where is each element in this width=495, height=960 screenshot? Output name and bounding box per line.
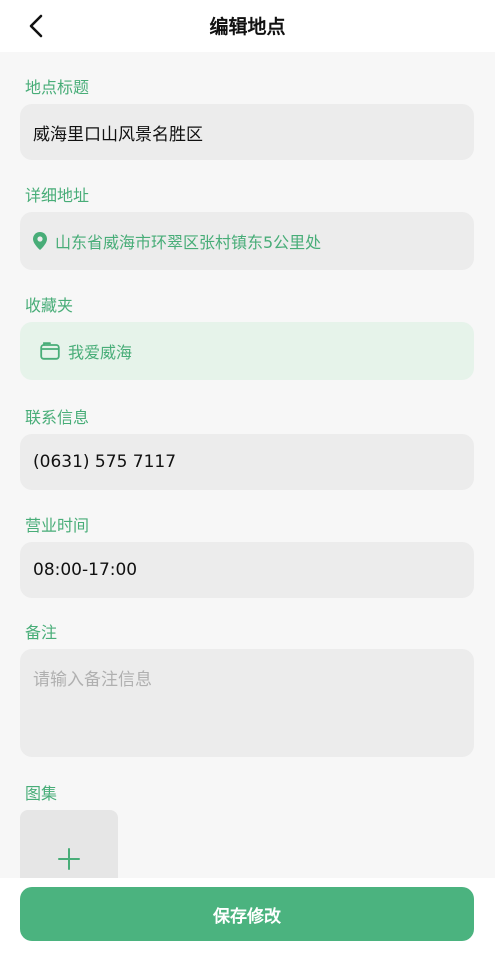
notes-placeholder: 请输入备注信息 — [33, 670, 152, 690]
gallery-label: 图集 — [25, 784, 58, 803]
hours-value: 08:00-17:00 — [33, 560, 138, 580]
contact-field[interactable]: (0631) 575 7117 — [20, 434, 474, 490]
hours-label: 营业时间 — [25, 516, 90, 535]
folder-icon — [40, 342, 60, 360]
contact-label: 联系信息 — [25, 408, 90, 427]
app-header: 编辑地点 — [0, 0, 495, 52]
save-button[interactable]: 保存修改 — [20, 887, 474, 941]
address-label: 详细地址 — [25, 186, 90, 205]
folder-value: 我爱威海 — [68, 343, 133, 362]
address-value: 山东省威海市环翠区张村镇东5公里处 — [55, 233, 322, 252]
hours-field[interactable]: 08:00-17:00 — [20, 542, 474, 598]
notes-textarea[interactable]: 请输入备注信息 — [20, 649, 474, 757]
contact-value: (0631) 575 7117 — [33, 452, 177, 472]
add-photo-button[interactable] — [20, 810, 118, 878]
page-title: 编辑地点 — [209, 16, 286, 38]
plus-icon — [58, 848, 80, 870]
address-field[interactable]: 山东省威海市环翠区张村镇东5公里处 — [20, 212, 474, 270]
title-label: 地点标题 — [25, 78, 90, 97]
edit-form: 地点标题 威海里口山风景名胜区 详细地址 山东省威海市环翠区张村镇东5公里处 收… — [0, 52, 495, 878]
location-pin-icon — [33, 232, 47, 250]
folder-label: 收藏夹 — [25, 296, 74, 315]
title-field[interactable]: 威海里口山风景名胜区 — [20, 104, 474, 160]
notes-label: 备注 — [25, 623, 58, 642]
folder-field[interactable]: 我爱威海 — [20, 322, 474, 380]
title-value: 威海里口山风景名胜区 — [33, 124, 203, 145]
bottom-bar: 保存修改 — [0, 878, 495, 960]
